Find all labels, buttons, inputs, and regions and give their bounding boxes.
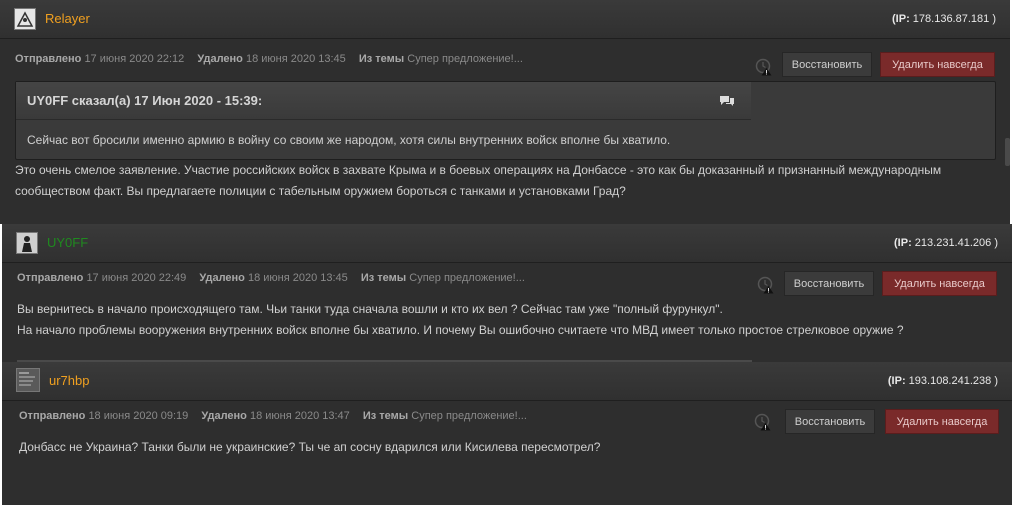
username[interactable]: ur7hbp: [49, 373, 89, 388]
restore-button[interactable]: Восстановить: [785, 409, 875, 434]
scrollbar[interactable]: [1005, 138, 1010, 166]
avatar[interactable]: [16, 368, 40, 392]
post-body-line: Вы вернитесь в начало происходящего там.…: [17, 302, 723, 316]
post-header: ur7hbp (IP: 193.108.241.238 ): [2, 362, 1012, 401]
post-body-line: Донбасс не Украина? Танки были не украин…: [19, 440, 601, 454]
post-ur7hbp: ur7hbp (IP: 193.108.241.238 ) Отправлено…: [2, 362, 1012, 505]
deleted-warning-icon: [757, 276, 774, 294]
restore-button[interactable]: Восстановить: [782, 52, 872, 77]
delete-permanently-button[interactable]: Удалить навсегда: [885, 409, 999, 434]
post-body-line: На начало проблемы вооружения внутренних…: [17, 323, 904, 337]
quote-header: UY0FF сказал(а) 17 Июн 2020 - 15:39:: [16, 82, 751, 120]
avatar[interactable]: [14, 8, 36, 30]
avatar-image-icon: [15, 9, 35, 29]
post-header: Relayer (IP: 178.136.87.181 ): [0, 0, 1010, 39]
username[interactable]: Relayer: [45, 11, 90, 26]
ip-address: (IP: 213.231.41.206 ): [894, 237, 998, 249]
post-meta: Отправлено 17 июня 2020 22:49 Удалено 18…: [17, 272, 525, 284]
post-header: UY0FF (IP: 213.231.41.206 ): [2, 224, 1012, 263]
quote-block: UY0FF сказал(а) 17 Июн 2020 - 15:39: Сей…: [15, 81, 996, 160]
post-uy0ff: UY0FF (IP: 213.231.41.206 ) Отправлено 1…: [2, 224, 1012, 364]
post-meta: Отправлено 17 июня 2020 22:12 Удалено 18…: [15, 53, 523, 65]
quote-text: Сейчас вот бросили именно армию в войну …: [27, 133, 671, 147]
username[interactable]: UY0FF: [47, 235, 88, 250]
deleted-warning-icon: [754, 413, 771, 431]
avatar-image-icon: [17, 369, 39, 391]
ip-address: (IP: 193.108.241.238 ): [887, 375, 998, 387]
post-body-line: сообществом факт. Вы предлагаете полиции…: [15, 184, 626, 198]
deleted-warning-icon: [755, 58, 772, 76]
quote-bubble-icon[interactable]: [719, 95, 735, 107]
post-body: Донбасс не Украина? Танки были не украин…: [19, 437, 999, 458]
post-relayer: Relayer (IP: 178.136.87.181 ) Отправлено…: [0, 0, 1010, 224]
quote-author: UY0FF сказал(а) 17 Июн 2020 - 15:39:: [27, 93, 263, 108]
delete-permanently-button[interactable]: Удалить навсегда: [880, 52, 995, 77]
ip-address: (IP: 178.136.87.181 ): [892, 13, 996, 25]
delete-permanently-button[interactable]: Удалить навсегда: [882, 271, 997, 296]
post-body: Это очень смелое заявление. Участие росс…: [15, 160, 1000, 202]
post-body-line: Это очень смелое заявление. Участие росс…: [15, 163, 942, 177]
avatar-image-icon: [17, 233, 37, 253]
post-meta: Отправлено 18 июня 2020 09:19 Удалено 18…: [19, 410, 527, 422]
post-body: Вы вернитесь в начало происходящего там.…: [17, 299, 1002, 341]
avatar[interactable]: [16, 232, 38, 254]
restore-button[interactable]: Восстановить: [784, 271, 874, 296]
